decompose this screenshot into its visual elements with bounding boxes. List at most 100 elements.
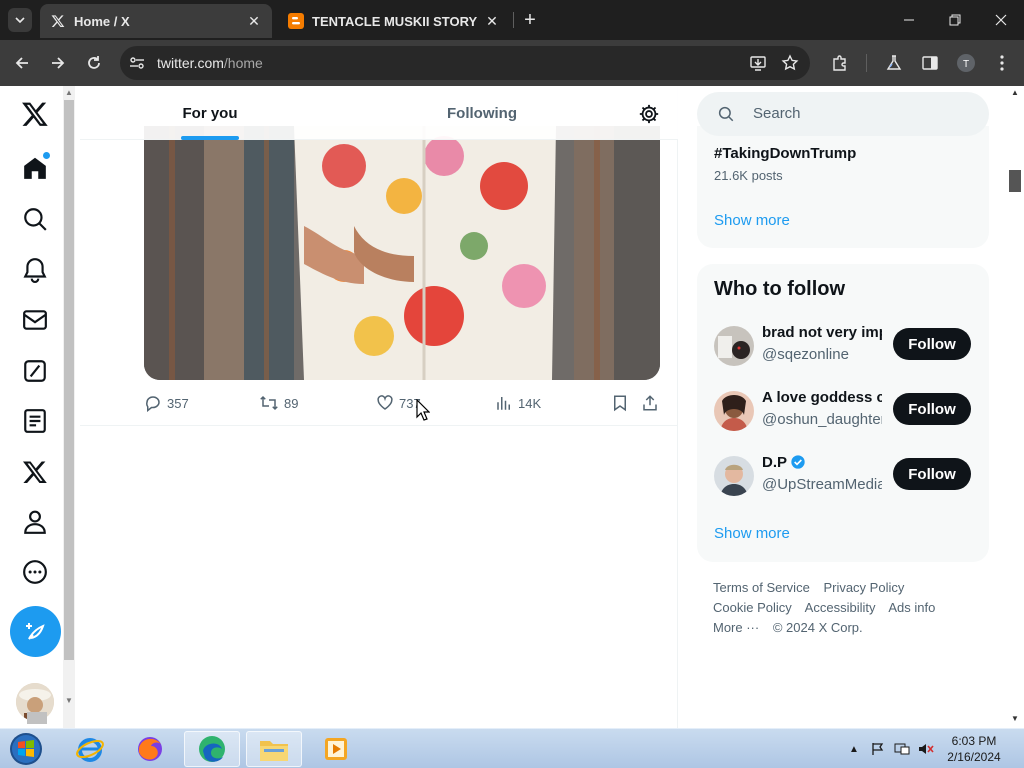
tab-label: Following (447, 104, 517, 122)
side-panel-button[interactable] (918, 51, 942, 75)
envelope-icon (23, 310, 47, 330)
browser-menu-button[interactable] (990, 51, 1014, 75)
nav-lists[interactable] (13, 399, 57, 443)
taskbar-file-explorer[interactable] (246, 731, 302, 767)
nav-home[interactable] (13, 146, 57, 190)
mouse-cursor-icon (416, 399, 430, 421)
scrollbar-thumb[interactable] (1009, 170, 1021, 192)
share-button[interactable] (641, 391, 664, 415)
forward-button[interactable] (46, 51, 70, 75)
trends-show-more-link[interactable]: Show more (714, 212, 790, 229)
trend-name[interactable]: #TakingDownTrump (714, 145, 856, 162)
restore-button[interactable] (932, 0, 978, 40)
address-bar[interactable]: twitter.com/home (120, 46, 810, 80)
page-scrollbar[interactable]: ▲ ▼ (1007, 86, 1024, 728)
footer-link[interactable]: Ads info (888, 600, 935, 615)
nav-messages[interactable] (13, 298, 57, 342)
nav-explore[interactable] (13, 197, 57, 241)
more-circle-icon (23, 560, 47, 584)
repost-icon (260, 395, 278, 411)
search-icon (24, 208, 47, 231)
search-icon (718, 106, 734, 122)
analytics-bars-icon (497, 397, 510, 410)
follow-button[interactable]: Follow (893, 328, 971, 360)
tab-following[interactable]: Following (412, 86, 552, 140)
taskbar-edge[interactable] (184, 731, 240, 767)
tab-search-button[interactable] (8, 8, 32, 32)
nav-grok[interactable] (13, 349, 57, 393)
search-input[interactable]: Search (697, 92, 989, 136)
trends-panel: #TakingDownTrump 21.6K posts Show more (697, 126, 989, 248)
follow-suggestion[interactable]: A love goddess c @oshun_daughter Follow (714, 389, 976, 433)
new-tab-button[interactable]: + (520, 10, 540, 30)
nav-profile[interactable] (13, 500, 57, 544)
compose-post-button[interactable] (10, 606, 61, 657)
bookmark-icon (614, 395, 626, 412)
tab-for-you[interactable]: For you (140, 86, 280, 140)
system-clock[interactable]: 6:03 PM 2/16/2024 (940, 733, 1008, 765)
nav-premium[interactable] (13, 450, 57, 494)
scrollbar-thumb[interactable] (64, 100, 74, 660)
footer-link[interactable]: Terms of Service (713, 580, 810, 595)
browser-tab-home[interactable]: Home / X ✕ (40, 4, 272, 38)
follow-suggestion[interactable]: D.P @UpStreamMedia Follow (714, 454, 976, 498)
horizontal-scrollbar-thumb[interactable] (27, 712, 47, 724)
reload-icon (88, 56, 100, 69)
scroll-up-arrow-icon[interactable]: ▲ (65, 88, 73, 97)
clock-date: 2/16/2024 (947, 750, 1001, 764)
install-icon (750, 56, 766, 71)
follow-button[interactable]: Follow (893, 393, 971, 425)
tab-separator (513, 12, 514, 28)
left-navigation (0, 86, 70, 728)
avatar[interactable] (714, 391, 754, 431)
follow-suggestion[interactable]: brad not very important @sqezonline Foll… (714, 324, 976, 368)
profile-button[interactable]: T (954, 51, 978, 75)
footer-link[interactable]: Privacy Policy (823, 580, 904, 595)
trend-post-count: 21.6K posts (714, 168, 783, 183)
footer-more-link[interactable]: More ··· (713, 620, 759, 635)
tab-close-icon[interactable]: ✕ (484, 13, 500, 30)
network-icon[interactable] (890, 737, 914, 761)
avatar[interactable] (714, 326, 754, 366)
extensions-button[interactable] (828, 51, 852, 75)
tab-title: Home / X (74, 13, 130, 29)
feed-settings-button[interactable] (638, 103, 660, 125)
taskbar-ie[interactable] (62, 731, 118, 767)
who-to-follow-show-more-link[interactable]: Show more (714, 525, 790, 542)
avatar[interactable] (714, 456, 754, 496)
bookmark-star-button[interactable] (778, 51, 802, 75)
scroll-up-arrow-icon[interactable]: ▲ (1011, 88, 1019, 97)
reply-button[interactable]: 357 (144, 391, 189, 415)
install-app-button[interactable] (746, 51, 770, 75)
taskbar-firefox[interactable] (122, 731, 178, 767)
footer-link[interactable]: Accessibility (805, 600, 876, 615)
browser-tab-blogger[interactable]: TENTACLE MUSKII STORY ✕ (278, 4, 510, 38)
close-window-button[interactable] (978, 0, 1024, 40)
nav-more[interactable] (13, 550, 57, 594)
follow-button[interactable]: Follow (893, 458, 971, 490)
nav-notifications[interactable] (13, 248, 57, 292)
scroll-down-arrow-icon[interactable]: ▼ (65, 696, 73, 705)
footer-link[interactable]: Cookie Policy (713, 600, 792, 615)
nav-x-logo[interactable] (13, 92, 57, 136)
media-player-icon (325, 738, 347, 760)
bookmark-button[interactable] (611, 391, 634, 415)
tab-close-icon[interactable]: ✕ (246, 13, 262, 30)
start-button[interactable] (6, 731, 46, 767)
like-button[interactable]: 737 (376, 391, 421, 415)
taskbar-media-player[interactable] (308, 731, 364, 767)
reload-button[interactable] (82, 51, 106, 75)
site-info-icon[interactable] (128, 54, 146, 72)
back-button[interactable] (10, 51, 34, 75)
action-center-flag-icon[interactable] (866, 737, 890, 761)
labs-button[interactable] (882, 51, 906, 75)
show-hidden-icons-button[interactable]: ▲ (842, 737, 866, 761)
repost-button[interactable]: 89 (259, 391, 298, 415)
flask-icon (886, 55, 902, 70)
minimize-button[interactable] (886, 0, 932, 40)
volume-muted-icon[interactable] (914, 737, 938, 761)
views-button[interactable]: 14K (495, 391, 541, 415)
tweet-image[interactable] (144, 126, 660, 380)
scroll-down-arrow-icon[interactable]: ▼ (1011, 714, 1019, 723)
left-scrollbar[interactable]: ▲ ▼ (27, 86, 75, 728)
